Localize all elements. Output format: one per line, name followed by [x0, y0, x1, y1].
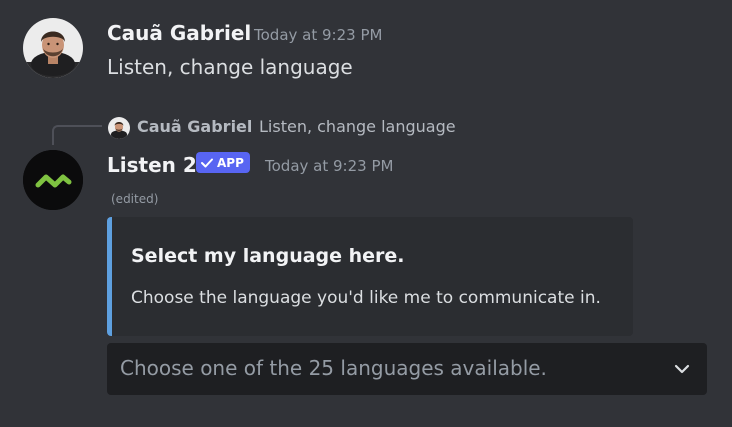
select-placeholder: Choose one of the 25 languages available…	[120, 356, 547, 380]
embed-description: Choose the language you'd like me to com…	[131, 288, 601, 308]
edited-label: (edited)	[111, 192, 159, 206]
language-select-menu[interactable]: Choose one of the 25 languages available…	[107, 343, 707, 395]
user-avatar[interactable]	[23, 18, 83, 78]
reply-text[interactable]: Listen, change language	[259, 117, 456, 136]
embed-title: Select my language here.	[131, 245, 405, 267]
message-timestamp: Today at 9:23 PM	[254, 26, 383, 44]
message-author[interactable]: Cauã Gabriel	[107, 21, 251, 45]
chat-messages: Cauã Gabriel Today at 9:23 PM Listen, ch…	[0, 0, 732, 427]
reply-author[interactable]: Cauã Gabriel	[137, 117, 252, 136]
reply-connector	[52, 125, 102, 145]
message-embed: Select my language here. Choose the lang…	[107, 217, 633, 336]
message-text: Listen, change language	[107, 55, 353, 79]
bot-author[interactable]: Listen 2	[107, 153, 197, 177]
app-badge-label: APP	[217, 155, 244, 170]
verified-check-icon	[201, 158, 213, 167]
reply-avatar[interactable]	[108, 117, 130, 139]
chevron-down-icon	[674, 364, 690, 374]
bot-message-timestamp: Today at 9:23 PM	[265, 157, 394, 175]
bot-logo-icon	[23, 150, 83, 210]
bot-avatar[interactable]	[23, 150, 83, 210]
app-badge: APP	[196, 152, 250, 173]
